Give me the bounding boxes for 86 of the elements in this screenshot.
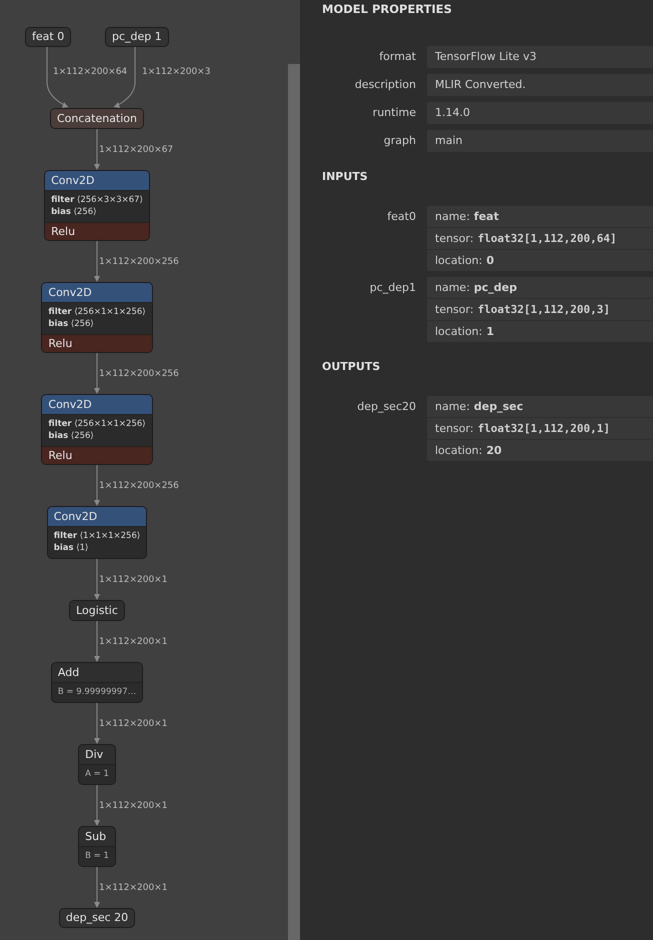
activation-label: Relu xyxy=(42,446,152,464)
node-title: Conv2D xyxy=(45,171,149,190)
operator-node[interactable]: Div A = 1 xyxy=(78,744,116,785)
edge-label: 1×112×200×1 xyxy=(99,882,168,892)
field-value: 0 xyxy=(486,253,494,269)
field-label: location: xyxy=(435,324,482,340)
edge-label: 1×112×200×3 xyxy=(142,67,210,77)
field-label: tensor: xyxy=(435,302,474,318)
activation-label: Relu xyxy=(42,334,152,352)
input-node[interactable]: feat 0 xyxy=(25,27,72,47)
field-label: tensor: xyxy=(435,421,474,437)
edge-arrow xyxy=(94,241,100,282)
edge-label: 1×112×200×256 xyxy=(99,480,180,490)
operator-node[interactable]: Concatenation xyxy=(50,108,144,129)
property-label: graph xyxy=(384,133,416,149)
field-value: 1 xyxy=(486,324,494,340)
argument-name: pc_dep1 xyxy=(370,280,416,296)
operator-node[interactable]: Conv2D filter ⟨256×3×3×67⟩ bias ⟨256⟩ Relu xyxy=(44,170,150,241)
operator-node[interactable]: Sub B = 1 xyxy=(78,826,116,867)
field-label: name: xyxy=(435,399,470,415)
field-value: float32[1,112,200,64] xyxy=(478,231,617,247)
field-value: 20 xyxy=(486,443,502,459)
argument-name: dep_sec20 xyxy=(357,399,416,415)
edge-label: 1×112×200×67 xyxy=(99,144,174,154)
property-value: 1.14.0 xyxy=(427,102,653,124)
edge-arrow xyxy=(94,353,100,394)
field-label: location: xyxy=(435,253,482,269)
field-value: float32[1,112,200,3] xyxy=(478,302,610,318)
edge-arrow xyxy=(94,785,100,826)
node-attribute: bias ⟨256⟩ xyxy=(48,430,95,442)
node-title: Conv2D xyxy=(42,395,152,414)
node-attribute: filter ⟨256×3×3×67⟩ xyxy=(51,194,143,206)
node-title: Add xyxy=(52,663,142,682)
node-title: Sub xyxy=(79,827,115,846)
property-value: MLIR Converted. xyxy=(427,74,653,96)
node-attribute: B = 1 xyxy=(85,850,109,862)
node-attribute: bias ⟨256⟩ xyxy=(51,206,98,218)
field-value: dep_sec xyxy=(474,399,524,415)
edge-arrow xyxy=(94,465,100,506)
argument-name: feat0 xyxy=(387,209,416,225)
panel-title: MODEL PROPERTIES xyxy=(322,2,452,16)
field-label: name: xyxy=(435,209,470,225)
property-label: runtime xyxy=(372,105,416,121)
activation-label: Relu xyxy=(45,222,149,240)
node-attribute: filter ⟨256×1×1×256⟩ xyxy=(48,306,146,318)
field-value: float32[1,112,200,1] xyxy=(478,421,610,437)
field-label: location: xyxy=(435,443,482,459)
node-attribute: filter ⟨256×1×1×256⟩ xyxy=(48,418,146,430)
edge-label: 1×112×200×1 xyxy=(99,574,168,584)
output-node[interactable]: dep_sec 20 xyxy=(58,908,136,928)
edge-label: 1×112×200×1 xyxy=(99,718,168,728)
operator-node[interactable]: Conv2D filter ⟨256×1×1×256⟩ bias ⟨256⟩ Relu xyxy=(41,282,153,353)
property-label: description xyxy=(354,77,416,93)
node-title: Div xyxy=(79,745,115,764)
node-attribute: filter ⟨1×1×1×256⟩ xyxy=(54,530,140,542)
input-node[interactable]: pc_dep 1 xyxy=(105,27,169,47)
edge-label: 1×112×200×256 xyxy=(99,368,180,378)
section-heading: INPUTS xyxy=(322,171,368,183)
scrollbar[interactable] xyxy=(288,64,300,940)
property-label: format xyxy=(379,49,416,65)
operator-node[interactable]: Conv2D filter ⟨256×1×1×256⟩ bias ⟨256⟩ Relu xyxy=(41,394,153,465)
operator-node[interactable]: Logistic xyxy=(69,600,125,621)
property-value: main xyxy=(427,130,653,152)
field-label: tensor: xyxy=(435,231,474,247)
node-attribute: A = 1 xyxy=(85,768,109,780)
property-value: TensorFlow Lite v3 xyxy=(427,46,653,68)
section-heading: OUTPUTS xyxy=(322,361,380,373)
edge-label: 1×112×200×256 xyxy=(99,256,180,266)
node-attribute: bias ⟨256⟩ xyxy=(48,318,95,330)
edge-arrow xyxy=(94,703,100,744)
edge-arrow xyxy=(94,559,100,600)
node-title: Conv2D xyxy=(42,283,152,302)
node-attribute: B = 9.99999997… xyxy=(58,686,136,698)
field-label: name: xyxy=(435,280,470,296)
edge-label: 1×112×200×1 xyxy=(99,636,168,646)
edge-arrow xyxy=(94,129,100,170)
field-value: feat xyxy=(474,209,499,225)
node-attribute: bias ⟨1⟩ xyxy=(54,542,90,554)
operator-node[interactable]: Add B = 9.99999997… xyxy=(50,662,144,703)
edge-label: 1×112×200×1 xyxy=(99,800,168,810)
operator-node[interactable]: Conv2D filter ⟨1×1×1×256⟩ bias ⟨1⟩ xyxy=(46,506,148,559)
edge-arrow xyxy=(94,621,100,662)
edge-label: 1×112×200×64 xyxy=(53,67,128,77)
field-value: pc_dep xyxy=(474,280,518,296)
node-title: Conv2D xyxy=(48,507,146,526)
edge-arrow xyxy=(94,867,100,908)
